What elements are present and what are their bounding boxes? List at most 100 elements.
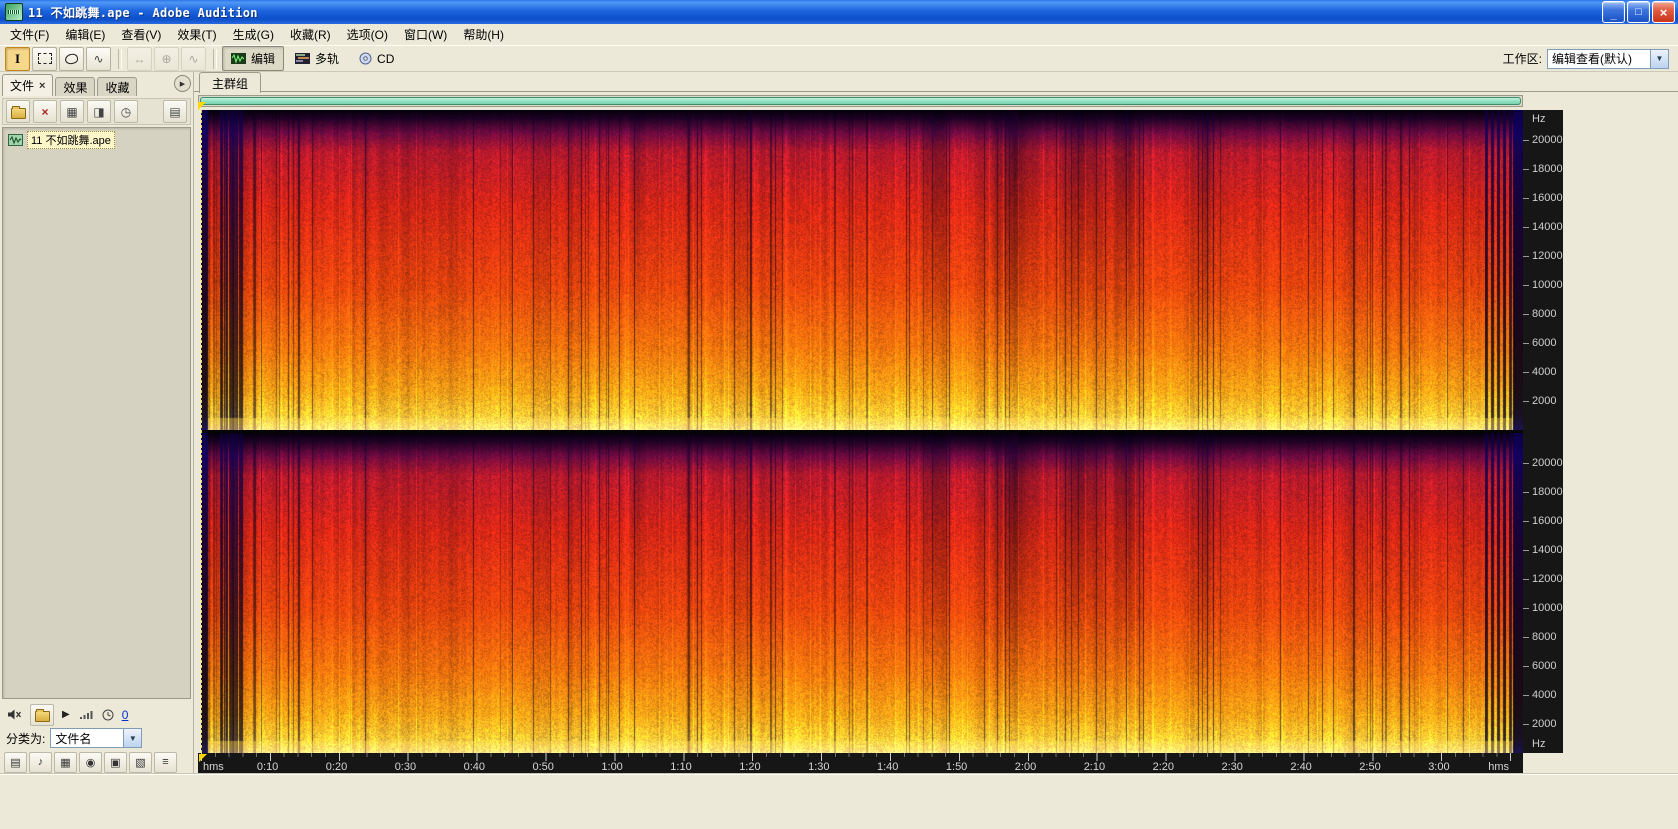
import-file-button[interactable]: [6, 100, 30, 123]
freq-tick-label: 16000: [1523, 191, 1563, 204]
panel-menu-arrow-icon[interactable]: ▶: [174, 75, 191, 92]
file-list-item[interactable]: 11 不如跳舞.ape: [3, 128, 190, 151]
maximize-icon: □: [1635, 6, 1642, 18]
menu-item[interactable]: 帮助(H): [455, 23, 512, 46]
range-bar-thumb[interactable]: [200, 97, 1521, 105]
insert-into-multitrack-button[interactable]: ▦: [60, 100, 84, 123]
mute-speaker-icon[interactable]: [7, 709, 22, 720]
freq-tick-label: 16000: [1523, 514, 1563, 527]
tab-files[interactable]: 文件 ×: [2, 74, 54, 96]
scrub-tool-2-button[interactable]: ∿: [181, 46, 206, 71]
menu-item[interactable]: 选项(O): [339, 23, 396, 46]
time-tick-label: 1:40: [877, 761, 899, 773]
freq-tick-label: 6000: [1522, 659, 1557, 672]
menubar: 文件(F) 编辑(E) 查看(V) 效果(T) 生成(G) 收藏(R) 选项(O) 窗口(W)…: [0, 24, 1678, 45]
close-file-button[interactable]: ×: [33, 100, 57, 123]
minimize-button[interactable]: _: [1602, 1, 1625, 23]
titlebar[interactable]: 11 不如跳舞.ape - Adobe Audition _ □ ×: [0, 0, 1678, 24]
file-filter-button[interactable]: ▧: [129, 751, 152, 773]
loop-clock-icon[interactable]: [102, 709, 114, 721]
sort-select[interactable]: 文件名 ▼: [50, 728, 143, 748]
autoplay-toggle-button[interactable]: ◷: [114, 100, 138, 123]
file-filter-button[interactable]: ♪: [29, 751, 52, 773]
tab-favorites[interactable]: 收藏: [97, 77, 138, 96]
left-channel-spectrogram[interactable]: [201, 110, 1523, 430]
time-tick-label: 0:20: [325, 761, 348, 773]
menu-item[interactable]: 收藏(R): [282, 23, 339, 46]
menu-item[interactable]: 文件(F): [2, 23, 57, 46]
multitrack-view-label: 多轨: [315, 52, 340, 66]
hybrid-tool-icon: ⊕: [161, 51, 172, 66]
window-controls: _ □ ×: [1602, 1, 1675, 23]
marquee-selection-tool-button[interactable]: [32, 46, 57, 71]
toolbar: I ∿ ↔ ⊕ ∿ 编辑 多轨 CD 工作区: 编辑查看(默认) ▼: [0, 45, 1678, 72]
tab-separator-line: [194, 91, 1678, 92]
file-filter-button[interactable]: ▦: [54, 751, 77, 773]
spectral-display[interactable]: [201, 110, 1523, 753]
file-filter-button[interactable]: ≡: [154, 751, 177, 773]
freq-tick-label: 6000: [1522, 336, 1557, 349]
workspace-select[interactable]: 编辑查看(默认) ▼: [1547, 48, 1669, 69]
freq-tick-label: 20000: [1523, 456, 1563, 469]
tab-files-label: 文件: [10, 79, 35, 93]
frequency-ruler-right-channel: 20000 18000 16000 14000 12000 10000 8000 6000 40…: [1522, 433, 1563, 753]
timeline-selection-marker[interactable]: [199, 754, 207, 762]
file-filter-button[interactable]: ◉: [79, 751, 102, 773]
app-icon: [5, 3, 23, 21]
horizontal-range-bar[interactable]: [198, 95, 1523, 107]
time-tick-label: 0:30: [394, 761, 417, 773]
insert-into-cd-button[interactable]: ◨: [87, 100, 111, 123]
move-tool-icon: ↔: [133, 51, 146, 66]
freq-tick-label: 2000: [1522, 395, 1557, 407]
menu-item[interactable]: 效果(T): [169, 23, 224, 46]
dropdown-arrow-icon[interactable]: ▼: [123, 729, 142, 747]
cd-view-button[interactable]: CD: [350, 46, 403, 71]
freq-tick-label: 12000: [1523, 572, 1563, 585]
menu-item[interactable]: 查看(V): [113, 23, 169, 46]
tab-effects[interactable]: 效果: [55, 77, 96, 96]
main-group-tab[interactable]: 主群组: [199, 72, 262, 93]
dropdown-arrow-icon[interactable]: ▼: [1650, 49, 1668, 68]
time-tick-label: 1:50: [945, 761, 968, 773]
preview-play-button[interactable]: ▶: [62, 709, 70, 720]
time-unit-label: hms: [1488, 761, 1509, 773]
maximize-button[interactable]: □: [1627, 1, 1650, 23]
freq-tick-label: 14000: [1523, 220, 1563, 233]
scrub-tool-button[interactable]: ∿: [86, 46, 111, 71]
menu-item[interactable]: 编辑(E): [57, 23, 113, 46]
workspace-selector: 工作区: 编辑查看(默认) ▼: [1503, 48, 1673, 69]
playhead-cursor[interactable]: [201, 110, 202, 753]
close-file-icon: ×: [41, 104, 49, 119]
timeline-major-ticks: [201, 753, 1523, 761]
time-tick-label: 1:10: [670, 761, 692, 773]
edit-view-button[interactable]: 编辑: [222, 46, 285, 71]
follow-session-button[interactable]: [30, 703, 54, 726]
menu-item[interactable]: 窗口(W): [396, 23, 455, 46]
selection-start-marker[interactable]: [198, 102, 206, 110]
freq-unit-label: Hz: [1532, 738, 1546, 750]
file-filter-button[interactable]: ▤: [4, 751, 27, 773]
move-tool-button[interactable]: ↔: [127, 46, 152, 71]
status-bar: [0, 774, 1678, 829]
time-tick-label: 0:40: [463, 761, 486, 773]
hybrid-tool-button[interactable]: ⊕: [154, 46, 179, 71]
timeline-ruler[interactable]: hms 0:10 0:20 0:30 0:40 0:50 1:00 1:10 1:20 1:30…: [198, 753, 1523, 775]
time-tick-label: 2:50: [1359, 761, 1381, 773]
advanced-options-button[interactable]: ▤: [163, 100, 187, 123]
preview-transport: ▶ 0: [2, 702, 191, 727]
file-filter-button[interactable]: ▣: [104, 751, 127, 773]
time-selection-tool-button[interactable]: I: [5, 46, 30, 71]
volume-icon[interactable]: [78, 709, 94, 720]
file-name: 11 不如跳舞.ape: [27, 131, 115, 149]
tab-close-icon[interactable]: ×: [39, 80, 45, 92]
menu-item[interactable]: 生成(G): [225, 23, 282, 46]
file-list[interactable]: 11 不如跳舞.ape: [2, 127, 191, 699]
close-button[interactable]: ×: [1652, 1, 1675, 23]
time-tick-label: 2:30: [1221, 761, 1243, 773]
lasso-selection-tool-button[interactable]: [59, 46, 84, 71]
frequency-ruler[interactable]: Hz 20000 18000 16000 14000 12000 10000 8000 600…: [1522, 110, 1563, 753]
multitrack-view-button[interactable]: 多轨: [286, 46, 348, 71]
right-channel-spectrogram[interactable]: [201, 433, 1523, 753]
preview-duration-link[interactable]: 0: [122, 708, 129, 722]
time-tick-label: 1:00: [601, 761, 623, 773]
